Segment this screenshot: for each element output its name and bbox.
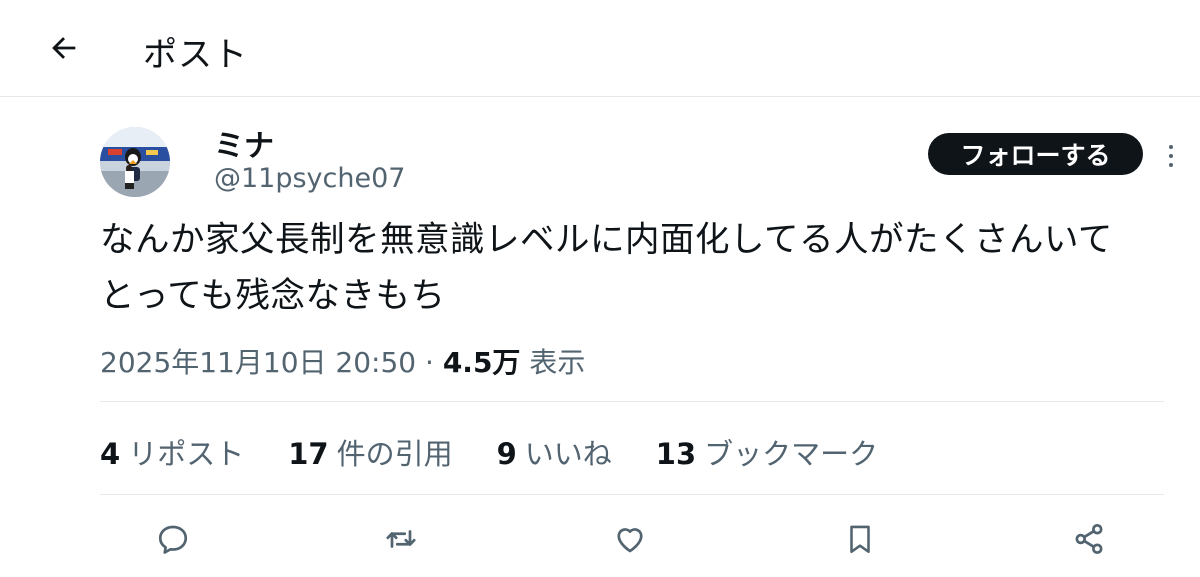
more-dots-icon [1169,145,1173,149]
more-dots-icon [1169,163,1173,167]
author-handle[interactable]: @11psyche07 [214,163,405,194]
bookmarks-stat[interactable]: 13 ブックマーク [656,431,878,473]
bookmark-button[interactable] [838,517,882,561]
post-meta: 2025年11月10日 20:50 · 4.5万 表示 [100,341,585,381]
avatar-image [100,127,170,197]
views-count: 4.5万 [442,346,521,379]
author-name[interactable]: ミナ [214,121,274,165]
post-text: なんか家父長制を無意識レベルに内面化してる人がたくさんいてとっても残念なきもち [100,220,1113,316]
header: ポスト [0,0,1200,97]
follow-button[interactable]: フォローする [928,133,1143,175]
meta-separator: · [425,346,434,379]
reply-icon [158,525,188,554]
bookmarks-count: 13 [655,437,697,471]
share-button[interactable] [1067,517,1111,561]
stats-row: 4 リポスト 17 件の引用 9 いいね 13 ブックマーク [100,430,878,474]
quotes-count: 17 [288,437,329,471]
arrow-left-icon [52,37,76,59]
quotes-label: 件の引用 [336,437,453,471]
bookmarks-label: ブックマーク [704,437,879,471]
avatar[interactable] [100,127,170,197]
more-dots-icon [1169,154,1173,158]
back-button[interactable] [40,26,88,70]
divider [100,494,1164,495]
page-title: ポスト [143,35,248,75]
heart-icon [617,528,643,553]
reposts-label: リポスト [128,437,245,471]
reply-button[interactable] [151,517,195,561]
post-timestamp[interactable]: 2025年11月10日 20:50 [100,346,416,379]
reposts-count: 4 [100,437,121,471]
divider [100,401,1164,402]
reposts-stat[interactable]: 4 リポスト [100,431,244,473]
likes-stat[interactable]: 9 いいね [497,431,612,473]
bookmark-icon [850,525,870,554]
more-options-button[interactable] [1156,136,1186,176]
repost-icon [386,530,416,548]
like-button[interactable] [608,517,652,561]
repost-button[interactable] [379,517,423,561]
quotes-stat[interactable]: 17 件の引用 [288,431,452,473]
likes-count: 9 [496,437,517,471]
views-label: 表示 [529,346,586,379]
share-icon [1075,524,1103,554]
likes-label: いいね [524,437,612,471]
